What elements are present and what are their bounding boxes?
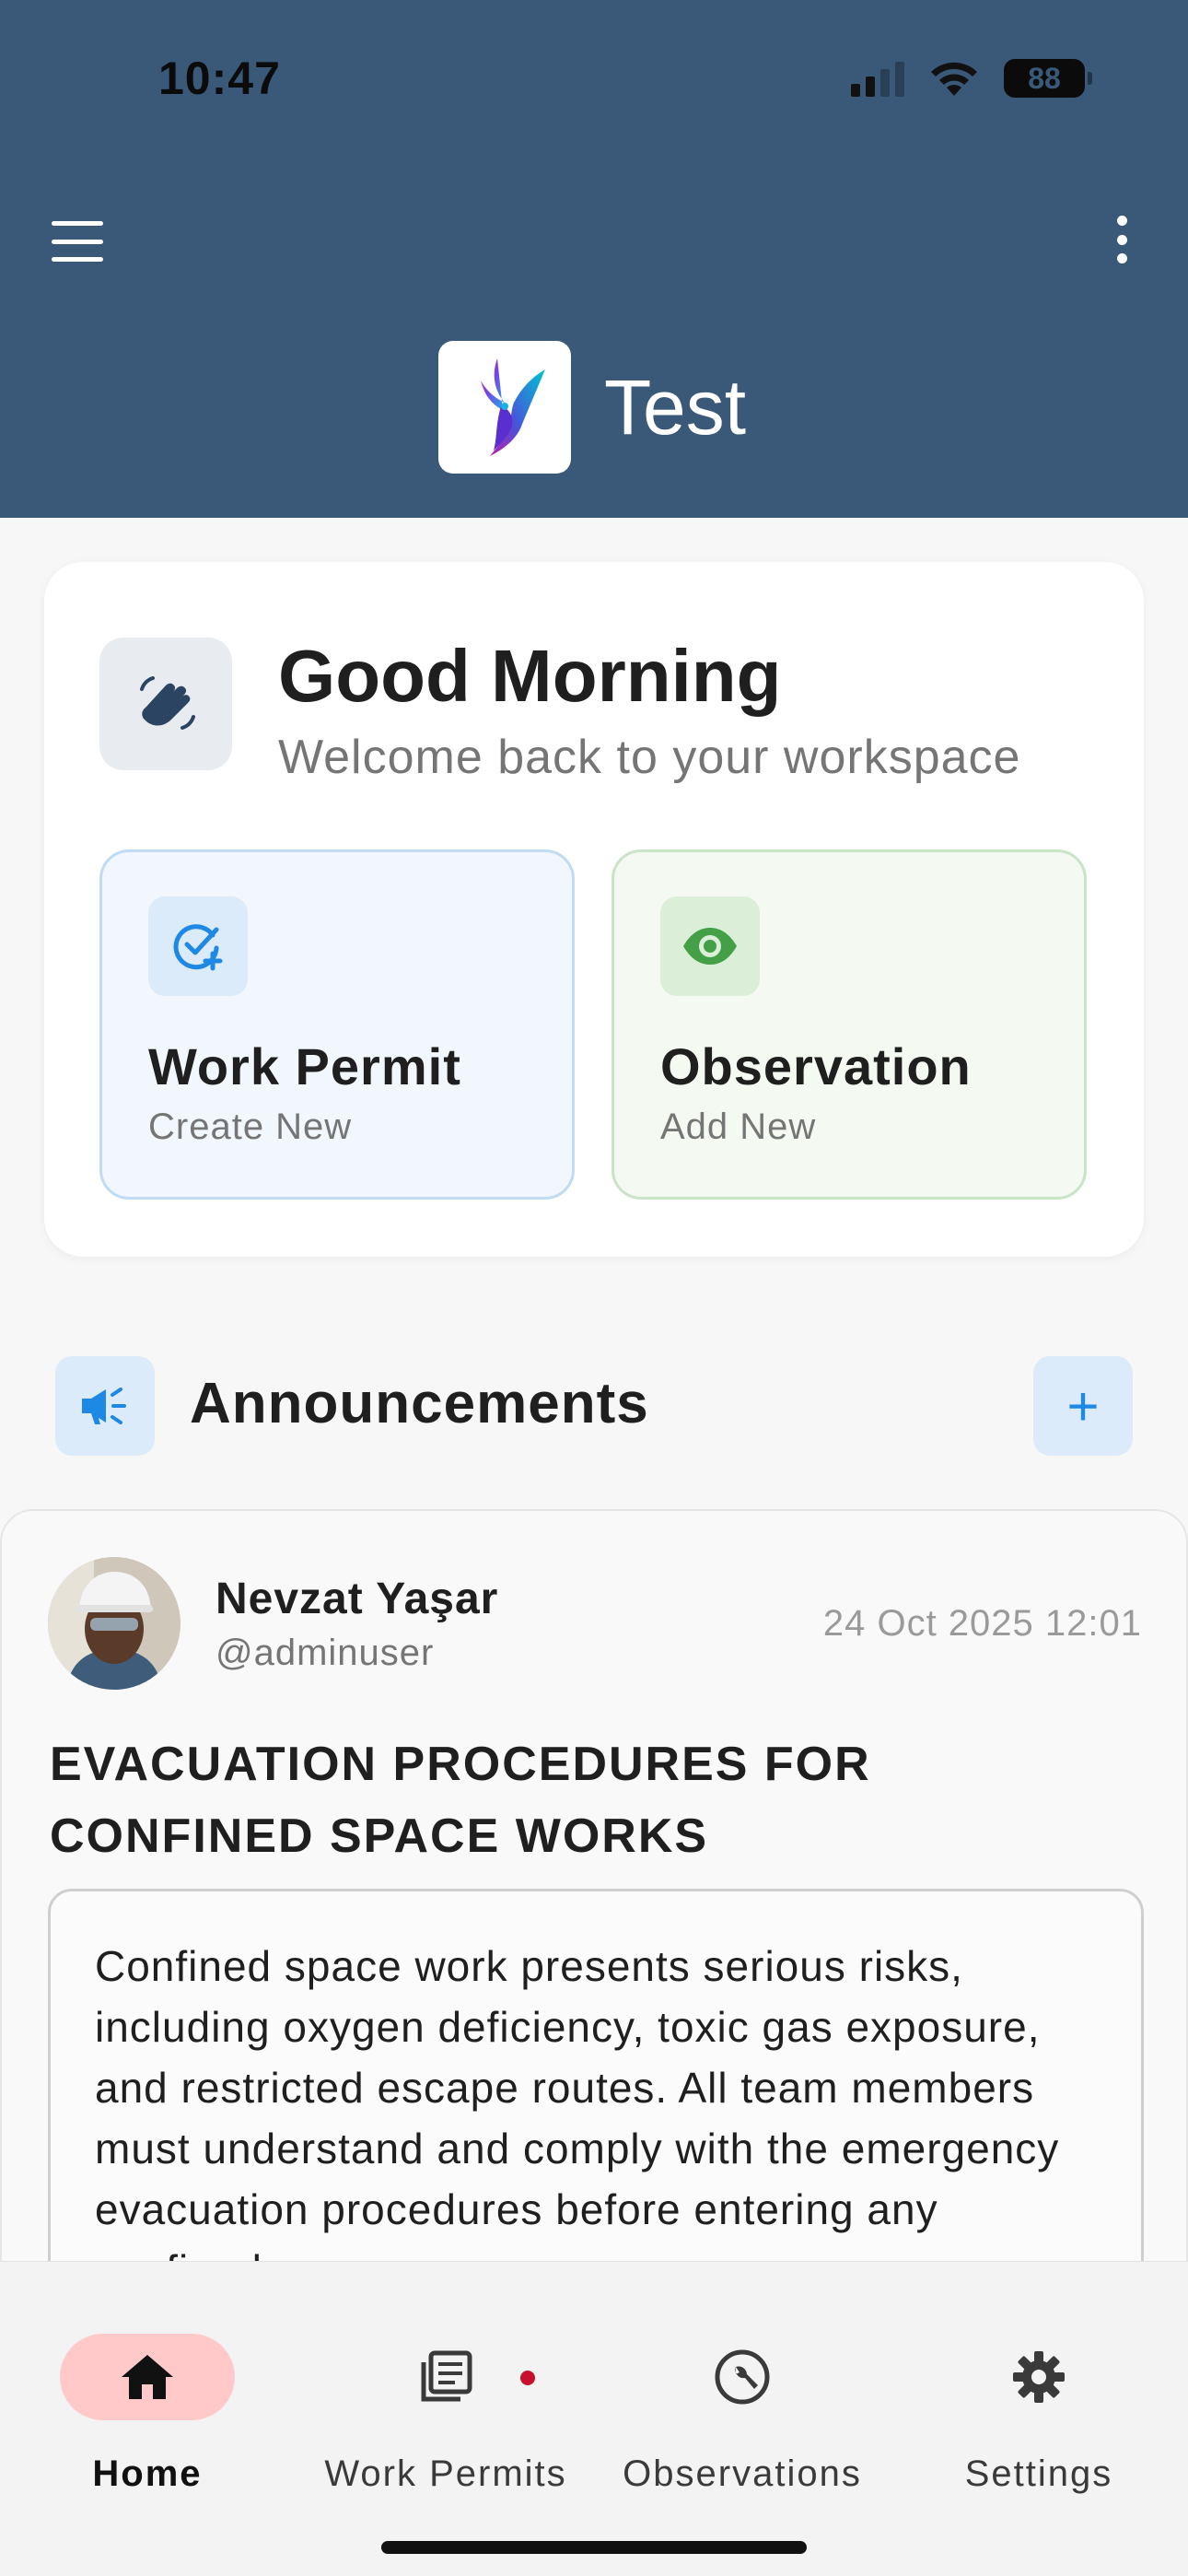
tab-label: Home	[92, 2453, 203, 2494]
status-indicators: 88	[851, 55, 1092, 101]
home-icon	[122, 2355, 173, 2399]
notification-badge	[520, 2371, 535, 2385]
greeting-subtitle: Welcome back to your workspace	[278, 731, 1021, 784]
work-permits-tab-pill	[358, 2334, 535, 2420]
app-title: Test	[604, 364, 747, 451]
bird-logo-icon	[481, 358, 545, 456]
quick-action-title: Observation	[660, 1037, 972, 1095]
greeting-card: Good Morning Welcome back to your worksp…	[44, 562, 1144, 1257]
announcements-icon-box	[55, 1356, 155, 1456]
cellular-signal-icon	[851, 60, 904, 97]
bottom-navigation: Home Work Permits Observations Settings	[0, 2261, 1188, 2576]
quick-action-title: Work Permit	[148, 1037, 461, 1095]
quick-action-subtitle: Add New	[660, 1107, 817, 1147]
status-time: 10:47	[158, 53, 281, 104]
tab-work-permits[interactable]: Work Permits	[298, 2297, 593, 2494]
megaphone-icon	[82, 1388, 126, 1424]
observation-add-button[interactable]: Observation Add New	[611, 849, 1087, 1200]
observations-tab-pill	[655, 2334, 830, 2420]
settings-tab-pill	[951, 2334, 1126, 2420]
announcements-title: Announcements	[190, 1372, 649, 1435]
tab-settings[interactable]: Settings	[891, 2297, 1186, 2494]
more-options-icon[interactable]	[1111, 216, 1133, 263]
home-indicator[interactable]	[381, 2541, 807, 2554]
post-handle: @adminuser	[215, 1633, 435, 1673]
app-header: 10:47 88 Test	[0, 0, 1188, 518]
check-plus-icon	[173, 924, 223, 971]
gear-icon	[1013, 2351, 1065, 2403]
work-permit-icon-box	[148, 896, 248, 996]
observation-icon-box	[660, 896, 760, 996]
post-author: Nevzat Yaşar	[215, 1575, 499, 1623]
tab-observations[interactable]: Observations	[595, 2297, 890, 2494]
quick-action-subtitle: Create New	[148, 1107, 353, 1147]
waving-hand-icon	[140, 676, 195, 730]
home-tab-pill	[60, 2334, 235, 2420]
greeting-title: Good Morning	[278, 635, 782, 717]
tab-label: Observations	[623, 2453, 862, 2494]
add-announcement-button[interactable]: +	[1033, 1356, 1133, 1456]
tab-label: Work Permits	[324, 2453, 567, 2494]
greeting-icon-box	[99, 638, 232, 770]
author-avatar	[48, 1557, 181, 1690]
post-title: EVACUATION PROCEDURES FOR CONFINED SPACE…	[50, 1738, 871, 1863]
work-permit-create-button[interactable]: Work Permit Create New	[99, 849, 575, 1200]
tab-home[interactable]: Home	[0, 2297, 295, 2494]
battery-icon: 88	[1004, 59, 1092, 98]
tab-label: Settings	[964, 2453, 1113, 2494]
eye-icon	[683, 928, 737, 965]
document-list-icon	[421, 2350, 472, 2402]
wrench-circle-icon	[715, 2349, 770, 2405]
hamburger-menu-icon[interactable]	[52, 221, 103, 262]
app-logo	[438, 341, 571, 474]
post-date: 24 Oct 2025 12:01	[822, 1603, 1142, 1644]
wifi-icon	[931, 62, 977, 96]
